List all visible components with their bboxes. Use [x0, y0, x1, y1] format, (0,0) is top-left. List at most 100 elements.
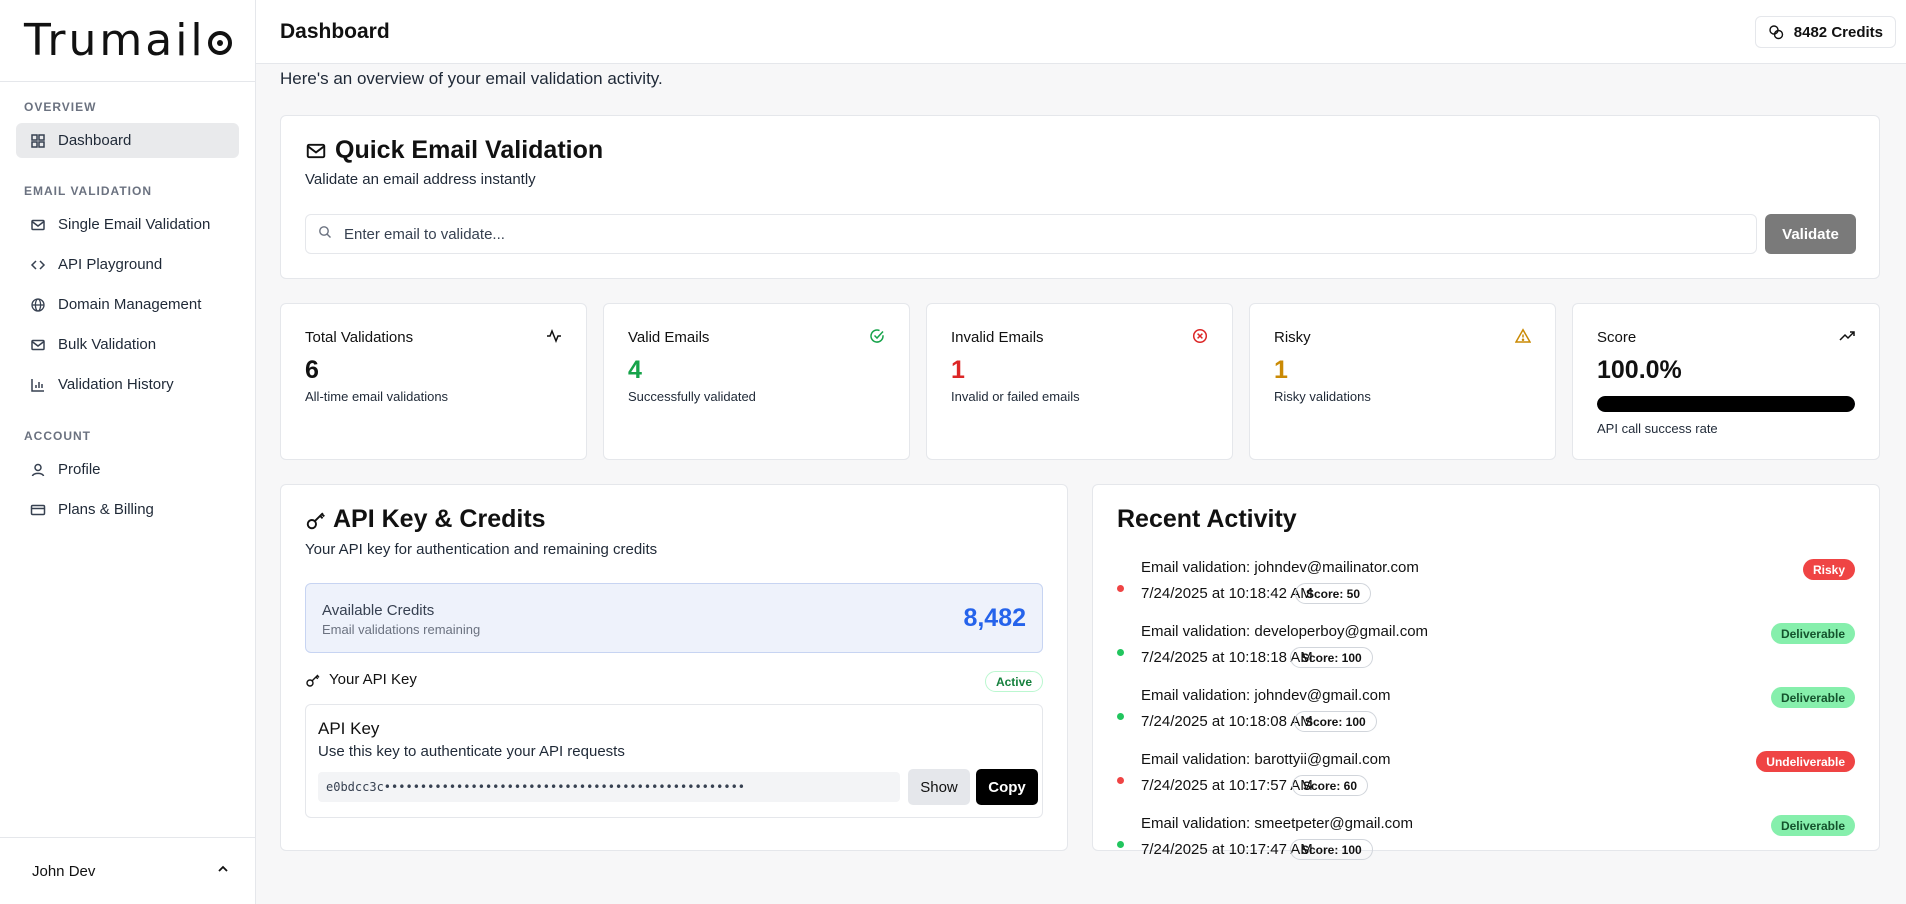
stat-title: Valid Emails [628, 329, 710, 346]
mail-icon [30, 337, 46, 353]
status-badge: Risky [1802, 559, 1855, 580]
activity-time: 7/24/2025 at 10:18:08 AM [1141, 713, 1313, 730]
sidebar-item-bulk-validation[interactable]: Bulk Validation [16, 327, 239, 362]
stat-title: Invalid Emails [951, 329, 1044, 346]
status-dot [1117, 841, 1124, 848]
status-dot [1117, 713, 1124, 720]
sidebar-item-label: Single Email Validation [58, 216, 211, 233]
user-icon [30, 462, 46, 478]
section-label-overview: OVERVIEW [24, 100, 97, 114]
logo-text: Trumail [24, 15, 206, 66]
status-badge: Deliverable [1770, 623, 1855, 644]
api-key-box: API Key Use this key to authenticate you… [305, 704, 1043, 818]
stat-value: 100.0% [1597, 356, 1682, 384]
section-label-email-validation: EMAIL VALIDATION [24, 184, 152, 198]
score-progress-fill [1597, 396, 1855, 412]
main-content: Here's an overview of your email validat… [256, 64, 1906, 904]
api-key-subtitle: Your API key for authentication and rema… [305, 541, 658, 558]
stat-card-risky: Risky 1 Risky validations [1249, 303, 1556, 460]
score-badge: Score: 50 [1295, 583, 1372, 604]
activity-time: 7/24/2025 at 10:17:47 AM [1141, 841, 1313, 858]
bar-chart-icon [30, 377, 46, 393]
mail-icon [305, 140, 327, 162]
activity-title: Email validation: johndev@gmail.com [1141, 687, 1391, 704]
your-api-key-heading: Your API Key [305, 671, 417, 688]
status-badge: Undeliverable [1756, 751, 1855, 772]
status-badge: Deliverable [1770, 815, 1855, 836]
email-input[interactable] [344, 225, 1756, 243]
stat-title: Score [1597, 329, 1637, 346]
stat-title: Total Validations [305, 329, 414, 346]
sidebar-item-label: Profile [58, 461, 101, 478]
activity-icon [546, 328, 562, 344]
available-credits-box: Available Credits Email validations rema… [305, 583, 1043, 653]
sidebar: Trumail OVERVIEW Dashboard EMAIL VALIDAT… [0, 0, 256, 904]
sidebar-item-validation-history[interactable]: Validation History [16, 367, 239, 402]
activity-time: 7/24/2025 at 10:17:57 AM [1141, 777, 1313, 794]
sidebar-item-label: Plans & Billing [58, 501, 154, 518]
score-badge: Score: 100 [1290, 647, 1373, 668]
user-name: John Dev [32, 862, 96, 880]
sidebar-item-label: API Playground [58, 256, 163, 273]
sidebar-item-label: Validation History [58, 376, 174, 393]
stat-card-score: Score 100.0% API call success rate [1572, 303, 1880, 460]
sidebar-item-label: Bulk Validation [58, 336, 157, 353]
score-badge: Score: 60 [1292, 775, 1369, 796]
sidebar-item-profile[interactable]: Profile [16, 452, 239, 487]
logo[interactable]: Trumail [0, 0, 255, 82]
api-key-field[interactable]: e0bdcc3c••••••••••••••••••••••••••••••••… [318, 772, 900, 802]
available-credits-subtitle: Email validations remaining [322, 622, 481, 637]
status-dot [1117, 777, 1124, 784]
coins-icon [1768, 24, 1784, 40]
page-title: Dashboard [280, 20, 390, 43]
sidebar-item-single-email-validation[interactable]: Single Email Validation [16, 207, 239, 242]
credit-card-icon [30, 502, 46, 518]
quick-validation-title-row: Quick Email Validation [305, 136, 603, 165]
stat-card-valid-emails: Valid Emails 4 Successfully validated [603, 303, 910, 460]
grid-icon [30, 133, 46, 149]
api-key-box-subtitle: Use this key to authenticate your API re… [318, 743, 625, 760]
your-api-key-label: Your API Key [329, 671, 417, 688]
activity-item[interactable]: Email validation: smeetpeter@gmail.com 7… [1117, 815, 1855, 860]
recent-activity-card: Recent Activity Email validation: johnde… [1092, 484, 1880, 860]
activity-item[interactable]: Email validation: barottyii@gmail.com 7/… [1117, 751, 1855, 803]
stat-value: 1 [951, 356, 965, 384]
copy-key-button[interactable]: Copy [976, 769, 1038, 805]
api-key-box-title: API Key [318, 719, 380, 738]
email-search-box[interactable] [305, 214, 1757, 254]
warning-icon [1514, 328, 1532, 344]
credits-count: 8482 Credits [1793, 23, 1883, 41]
status-dot [1117, 649, 1124, 656]
trending-up-icon [1839, 328, 1855, 344]
globe-icon [30, 297, 46, 313]
validate-button[interactable]: Validate [1765, 214, 1856, 254]
score-badge: Score: 100 [1290, 839, 1373, 860]
mail-icon [30, 217, 46, 233]
quick-validation-card: Quick Email Validation Validate an email… [280, 115, 1880, 279]
logo-swirl-icon [207, 30, 232, 55]
activity-item[interactable]: Email validation: developerboy@gmail.com… [1117, 623, 1855, 675]
activity-time: 7/24/2025 at 10:18:42 AM [1141, 585, 1313, 602]
quick-validation-title: Quick Email Validation [335, 136, 604, 164]
user-menu[interactable]: John Dev [0, 837, 256, 904]
activity-title: Email validation: developerboy@gmail.com [1141, 623, 1429, 640]
stat-description: Invalid or failed emails [951, 389, 1080, 404]
activity-item[interactable]: Email validation: johndev@gmail.com 7/24… [1117, 687, 1855, 739]
stat-description: Risky validations [1274, 389, 1371, 404]
credits-badge[interactable]: 8482 Credits [1754, 16, 1896, 48]
stat-value: 6 [305, 356, 319, 384]
status-dot [1117, 585, 1124, 592]
activity-item[interactable]: Email validation: johndev@mailinator.com… [1117, 559, 1855, 611]
sidebar-item-label: Domain Management [58, 296, 202, 313]
activity-title: Email validation: johndev@mailinator.com [1141, 559, 1419, 576]
show-key-button[interactable]: Show [908, 769, 970, 805]
stat-description: API call success rate [1597, 421, 1718, 436]
stat-card-total-validations: Total Validations 6 All-time email valid… [280, 303, 587, 460]
sidebar-item-dashboard[interactable]: Dashboard [16, 123, 239, 158]
chevron-up-icon [216, 862, 230, 880]
sidebar-item-plans-billing[interactable]: Plans & Billing [16, 492, 239, 527]
code-icon [30, 257, 46, 273]
sidebar-item-domain-management[interactable]: Domain Management [16, 287, 239, 322]
sidebar-item-api-playground[interactable]: API Playground [16, 247, 239, 282]
activity-time: 7/24/2025 at 10:18:18 AM [1141, 649, 1313, 666]
